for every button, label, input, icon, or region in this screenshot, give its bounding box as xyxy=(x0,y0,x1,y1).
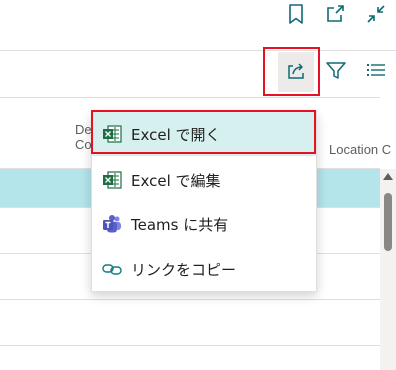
menu-item-label: Excel で編集 xyxy=(131,171,221,190)
column-header-location[interactable]: Location C xyxy=(329,142,391,157)
bookmark-icon[interactable] xyxy=(284,2,308,26)
excel-icon xyxy=(102,170,122,190)
scroll-up-arrow-icon[interactable] xyxy=(383,173,393,180)
share-icon xyxy=(285,59,307,85)
menu-item-copy-link[interactable]: リンクをコピー xyxy=(92,247,316,291)
menu-item-label: Teams に共有 xyxy=(131,215,229,234)
column-header-line: Co xyxy=(75,137,92,152)
list-toolbar xyxy=(0,51,396,97)
collapse-icon[interactable] xyxy=(364,2,388,26)
share-menu: Excel で開く Excel で編集 Teams に共有 リンクをコピー xyxy=(91,111,317,292)
menu-item-edit-in-excel[interactable]: Excel で編集 xyxy=(92,158,316,202)
scroll-thumb[interactable] xyxy=(384,193,392,251)
menu-item-share-to-teams[interactable]: Teams に共有 xyxy=(92,202,316,246)
menu-item-label: Excel で開く xyxy=(131,125,221,144)
share-button[interactable] xyxy=(278,52,314,92)
page-header xyxy=(0,0,396,50)
link-icon xyxy=(102,259,122,279)
vertical-scrollbar[interactable] xyxy=(380,169,396,370)
list-view-icon xyxy=(365,59,387,85)
column-header-label: Location C xyxy=(329,142,392,157)
menu-item-label: リンクをコピー xyxy=(131,260,237,279)
filter-icon xyxy=(325,59,347,85)
excel-icon xyxy=(102,124,122,144)
teams-icon xyxy=(102,214,122,234)
column-header-line: De xyxy=(75,122,92,137)
table-row[interactable] xyxy=(0,300,380,346)
column-header[interactable]: De Co xyxy=(75,122,92,152)
menu-item-open-in-excel[interactable]: Excel で開く xyxy=(92,112,316,156)
list-view-button[interactable] xyxy=(356,51,396,93)
filter-button[interactable] xyxy=(316,51,356,93)
table-row[interactable] xyxy=(0,346,380,370)
open-in-new-window-icon[interactable] xyxy=(323,2,347,26)
